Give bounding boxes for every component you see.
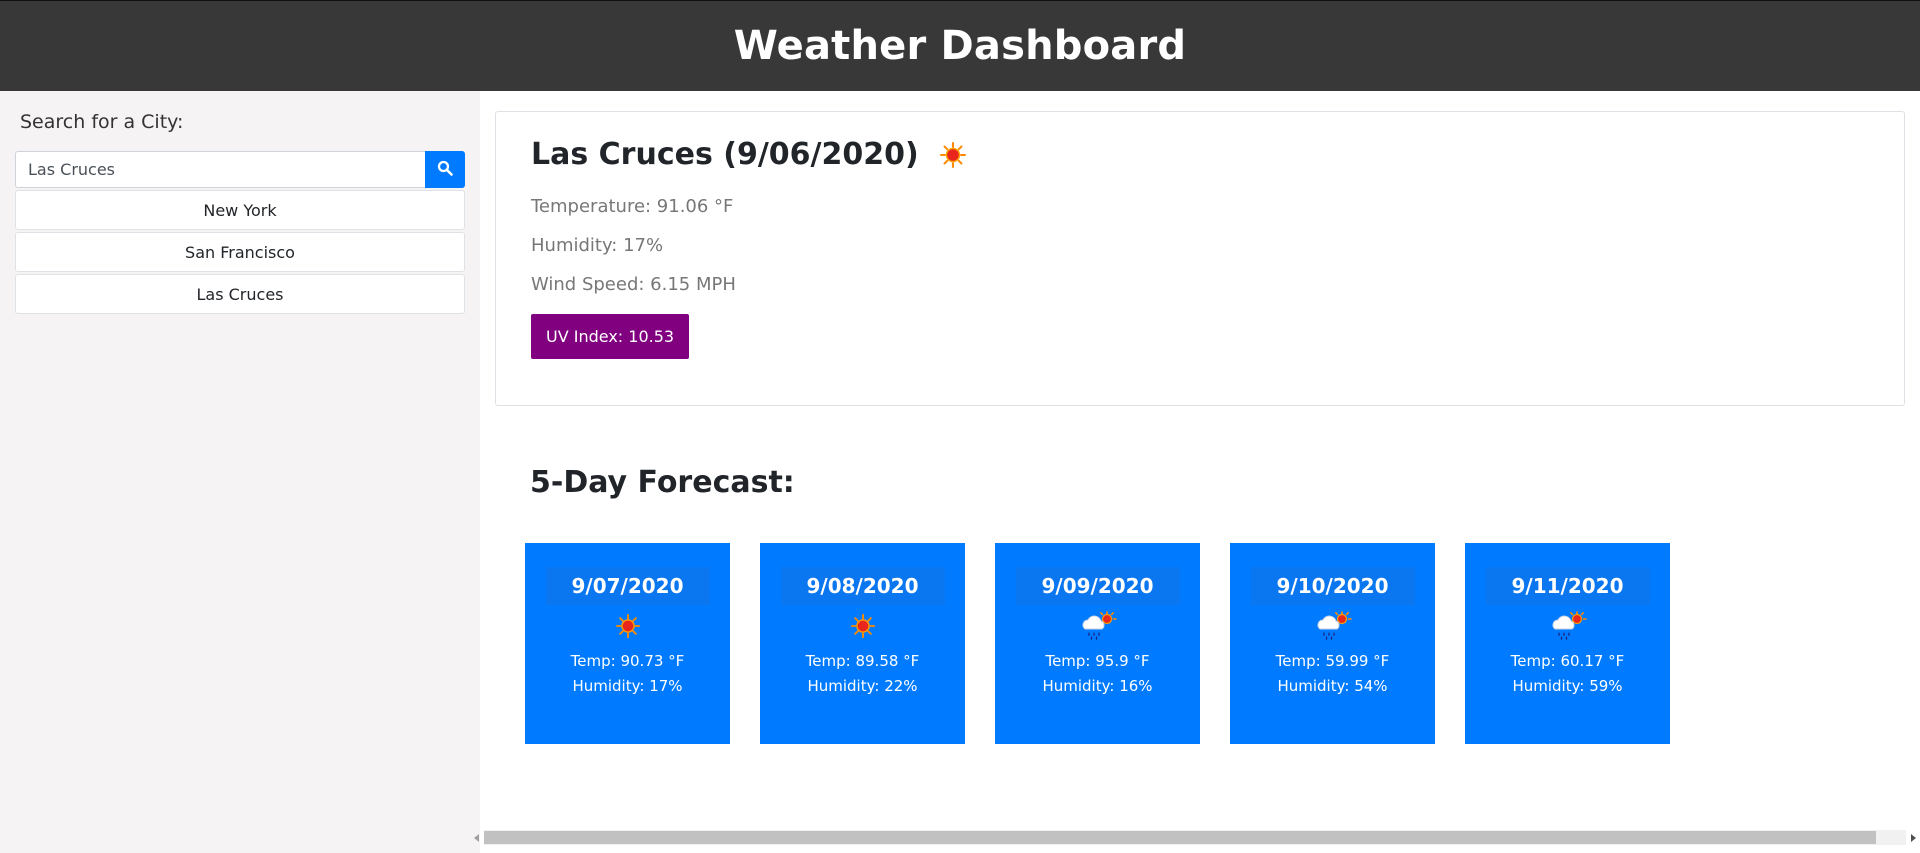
forecast-temp: Temp: 95.9 °F xyxy=(1045,652,1150,670)
forecast-title: 5-Day Forecast: xyxy=(530,465,795,500)
search-label: Search for a City: xyxy=(20,111,184,133)
forecast-date: 9/07/2020 xyxy=(545,567,710,605)
rain-cloud-sun-icon xyxy=(1079,607,1117,645)
history-item-san-francisco[interactable]: San Francisco xyxy=(15,232,465,272)
current-weather-card: Las Cruces (9/06/2020) Temperature: 91.0… xyxy=(495,111,1905,406)
scroll-right-icon[interactable] xyxy=(1906,830,1920,845)
forecast-temp: Temp: 59.99 °F xyxy=(1275,652,1390,670)
sun-icon xyxy=(850,607,876,645)
forecast-humidity: Humidity: 16% xyxy=(1042,677,1153,695)
rain-cloud-sun-icon xyxy=(1549,607,1587,645)
forecast-date: 9/09/2020 xyxy=(1015,567,1180,605)
forecast-date: 9/08/2020 xyxy=(780,567,945,605)
main-panel: Las Cruces (9/06/2020) Temperature: 91.0… xyxy=(474,91,1920,853)
app-header: Weather Dashboard xyxy=(0,0,1920,91)
current-wind-speed: Wind Speed: 6.15 MPH xyxy=(531,274,736,295)
search-button[interactable] xyxy=(425,151,465,188)
current-weather-header: Las Cruces (9/06/2020) xyxy=(531,137,1869,172)
forecast-temp: Temp: 89.58 °F xyxy=(805,652,920,670)
current-temperature: Temperature: 91.06 °F xyxy=(531,196,734,217)
sidebar: Search for a City: New York San Francisc… xyxy=(0,91,480,853)
current-humidity: Humidity: 17% xyxy=(531,235,664,256)
scrollbar-track[interactable] xyxy=(484,830,1906,845)
forecast-date: 9/10/2020 xyxy=(1250,567,1415,605)
forecast-card: 9/09/2020 Temp: 95.9 °F Humidity: 16% xyxy=(995,543,1200,744)
sun-icon xyxy=(615,607,641,645)
rain-cloud-sun-icon xyxy=(1314,607,1352,645)
uv-index-badge: UV Index: 10.53 xyxy=(531,314,690,359)
forecast-date: 9/11/2020 xyxy=(1485,567,1650,605)
app-title: Weather Dashboard xyxy=(733,23,1187,69)
search-history: New York San Francisco Las Cruces xyxy=(15,190,465,314)
scroll-left-icon[interactable] xyxy=(470,830,484,845)
history-item-las-cruces[interactable]: Las Cruces xyxy=(15,274,465,314)
forecast-humidity: Humidity: 22% xyxy=(807,677,918,695)
layout: Search for a City: New York San Francisc… xyxy=(0,91,1920,853)
sun-icon xyxy=(939,141,967,169)
city-search-input[interactable] xyxy=(15,151,425,188)
forecast-humidity: Humidity: 59% xyxy=(1512,677,1623,695)
forecast-card: 9/07/2020 Temp: 90.73 °F Humidity: 17% xyxy=(525,543,730,744)
current-city-date: Las Cruces (9/06/2020) xyxy=(531,137,919,172)
forecast-temp: Temp: 60.17 °F xyxy=(1510,652,1625,670)
forecast-humidity: Humidity: 54% xyxy=(1277,677,1388,695)
forecast-humidity: Humidity: 17% xyxy=(572,677,683,695)
forecast-card: 9/11/2020 Temp: 60.17 °F Humidity: 59% xyxy=(1465,543,1670,744)
search-row xyxy=(15,151,465,188)
forecast-row: 9/07/2020 Temp: 90.73 °F Humidity: 17% 9… xyxy=(525,543,1905,744)
horizontal-scrollbar[interactable] xyxy=(470,830,1920,845)
search-icon xyxy=(437,160,453,179)
scrollbar-thumb[interactable] xyxy=(484,831,1876,844)
forecast-temp: Temp: 90.73 °F xyxy=(570,652,685,670)
forecast-card: 9/08/2020 Temp: 89.58 °F Humidity: 22% xyxy=(760,543,965,744)
forecast-card: 9/10/2020 Temp: 59.99 °F Humidity: 54% xyxy=(1230,543,1435,744)
history-item-new-york[interactable]: New York xyxy=(15,190,465,230)
